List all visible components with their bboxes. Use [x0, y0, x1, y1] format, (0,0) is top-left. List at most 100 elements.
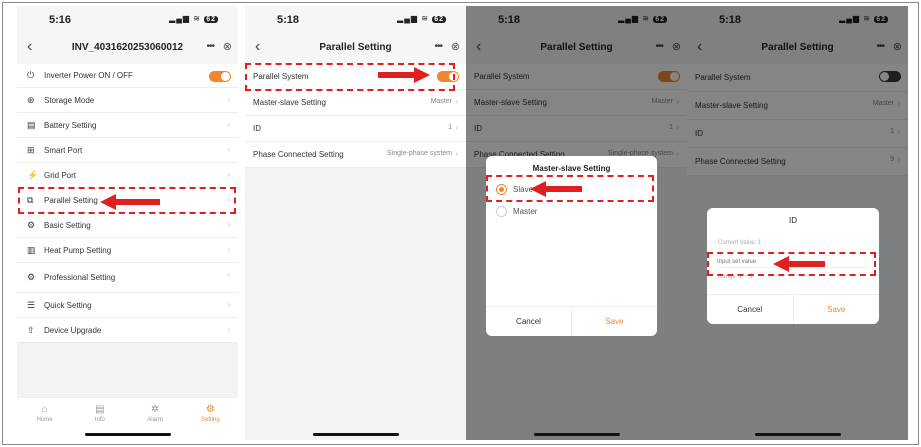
chevron-right-icon: › — [227, 95, 230, 104]
status-time: 5:16 — [49, 14, 72, 26]
chevron-right-icon: › — [455, 149, 458, 158]
red-arrow-left — [530, 181, 582, 197]
cancel-button[interactable]: Cancel — [707, 295, 794, 324]
red-arrow-right — [378, 67, 430, 83]
status-bar: 5:16 ▂▄▆ ≋ 62 — [17, 6, 238, 34]
dialog-buttons: Cancel Save — [707, 294, 879, 324]
page-title: Parallel Setting — [319, 42, 392, 53]
setting-row[interactable]: Master-slave Setting Master › — [245, 90, 466, 116]
menu-item[interactable]: ☰ Quick Setting › — [17, 293, 238, 318]
phone-screen-id-dialog: 5:18 ▂▄▆ ≋ 62 ‹ Parallel Setting ••• ⊗ P… — [687, 6, 908, 440]
option-label: Master — [513, 207, 538, 216]
grid-port-icon: ⚡ — [27, 169, 39, 180]
dialog-title: ID — [789, 216, 797, 225]
red-arrow-left — [100, 194, 160, 210]
current-value-text: Current Value: 1 — [718, 240, 762, 246]
menu-item[interactable]: ▤ Battery Setting › — [17, 113, 238, 138]
chevron-right-icon: › — [227, 170, 230, 179]
phone-screen-master-slave-dialog: 5:18 ▂▄▆ ≋ 62 ‹ Parallel Setting ••• ⊗ P… — [466, 6, 687, 440]
phone-screen-settings: 5:16 ▂▄▆ ≋ 62 ‹ INV_4031620253060012 •••… — [17, 6, 238, 440]
menu-item-label: Smart Port — [44, 145, 83, 155]
menu-item-label: Battery Setting — [44, 120, 97, 130]
gear-icon: ⚙ — [27, 219, 36, 230]
chevron-right-icon: › — [227, 120, 230, 129]
menu-item[interactable]: ⚙ Basic Setting › — [17, 213, 238, 238]
radio-unchecked-icon[interactable] — [496, 206, 507, 217]
professional-icon: ⚙ — [27, 272, 36, 282]
chevron-right-icon: › — [227, 270, 230, 279]
smart-port-icon: ⊞ — [27, 144, 35, 155]
more-icon[interactable]: ••• — [206, 41, 214, 52]
tab-home[interactable]: ⌂ Home — [17, 398, 72, 440]
quick-setting-icon: ☰ — [27, 299, 36, 310]
setting-label: Phase Connected Setting — [253, 150, 344, 159]
close-icon[interactable]: ⊗ — [451, 40, 460, 53]
setting-row[interactable]: ID 1 › — [245, 116, 466, 142]
option-master[interactable]: Master — [496, 206, 537, 217]
home-indicator — [85, 433, 171, 436]
battery-level: 62 — [204, 16, 218, 23]
setting-label: Master-slave Setting — [253, 98, 326, 107]
dialog-title: Master-slave Setting — [532, 164, 611, 173]
menu-item[interactable]: ▥ Heat Pump Setting › — [17, 238, 238, 263]
chevron-right-icon: › — [227, 245, 230, 254]
setting-value: 1 — [448, 124, 452, 131]
battery-icon: ▤ — [27, 119, 36, 130]
tab-label: Setting — [201, 417, 220, 423]
tab-setting[interactable]: ⚙ Setting — [183, 398, 238, 440]
storage-mode-icon: ⊛ — [27, 94, 35, 105]
status-bar: 5:18 ▂▄▆ ≋ 62 — [245, 6, 466, 34]
page-title: INV_4031620253060012 — [71, 42, 184, 53]
chevron-right-icon: › — [227, 145, 230, 154]
save-button[interactable]: Save — [572, 307, 657, 336]
power-toggle[interactable] — [209, 71, 231, 82]
chevron-right-icon: › — [455, 123, 458, 132]
setting-icon: ⚙ — [205, 404, 215, 415]
tab-label: Alarm — [147, 417, 163, 423]
chevron-right-icon: › — [227, 300, 230, 309]
tab-label: Home — [36, 417, 53, 423]
setting-value: Master — [430, 98, 452, 105]
menu-item-label: Grid Port — [44, 170, 77, 180]
cancel-button[interactable]: Cancel — [486, 307, 572, 336]
setting-value: Single-phase system — [387, 150, 452, 157]
home-indicator — [755, 433, 841, 436]
signal-wifi-icon: ▂▄▆ ≋ 62 — [397, 14, 446, 23]
home-indicator — [534, 433, 620, 436]
chevron-right-icon: › — [227, 220, 230, 229]
menu-item-label: Device Upgrade — [44, 325, 102, 335]
dialog-buttons: Cancel Save — [486, 306, 657, 336]
setting-row[interactable]: Phase Connected Setting Single-phase syst… — [245, 142, 466, 168]
battery-level: 62 — [432, 16, 446, 23]
menu-item-label: Heat Pump Setting — [44, 245, 112, 255]
more-icon[interactable]: ••• — [434, 41, 442, 52]
power-icon: ⏻ — [27, 70, 35, 80]
chevron-right-icon: › — [227, 325, 230, 334]
upgrade-icon: ⇧ — [27, 324, 35, 335]
status-time: 5:18 — [277, 14, 300, 26]
nav-bar: ‹ INV_4031620253060012 ••• ⊗ — [17, 34, 238, 64]
menu-item[interactable]: ⊞ Smart Port › — [17, 138, 238, 163]
menu-item-label: Inverter Power ON / OFF — [44, 71, 133, 80]
signal-wifi-icon: ▂▄▆ ≋ 62 — [169, 14, 218, 23]
menu-item[interactable]: ⚙ Professional Setting › — [17, 263, 238, 293]
menu-item[interactable]: ⚡ Grid Port › — [17, 163, 238, 188]
alarm-icon: ✲ — [150, 404, 160, 415]
chevron-right-icon: › — [455, 97, 458, 106]
heat-pump-icon: ▥ — [27, 244, 36, 255]
red-arrow-left — [773, 256, 825, 272]
save-button[interactable]: Save — [794, 295, 880, 324]
info-icon: ▤ — [95, 404, 105, 415]
menu-item-label: Quick Setting — [44, 300, 92, 310]
menu-item[interactable]: ⊛ Storage Mode › — [17, 88, 238, 113]
setting-label: ID — [253, 124, 261, 133]
nav-bar: ‹ Parallel Setting ••• ⊗ — [245, 34, 466, 64]
menu-item-label: Basic Setting — [44, 220, 91, 230]
tab-label: Info — [94, 417, 105, 423]
menu-item[interactable]: ⏻ Inverter Power ON / OFF — [17, 64, 238, 88]
menu-item[interactable]: ⇧ Device Upgrade › — [17, 318, 238, 343]
menu-item-label: Professional Setting — [44, 273, 116, 282]
close-icon[interactable]: ⊗ — [223, 40, 232, 53]
home-icon: ⌂ — [41, 404, 48, 415]
menu-item-label: Storage Mode — [44, 95, 95, 105]
